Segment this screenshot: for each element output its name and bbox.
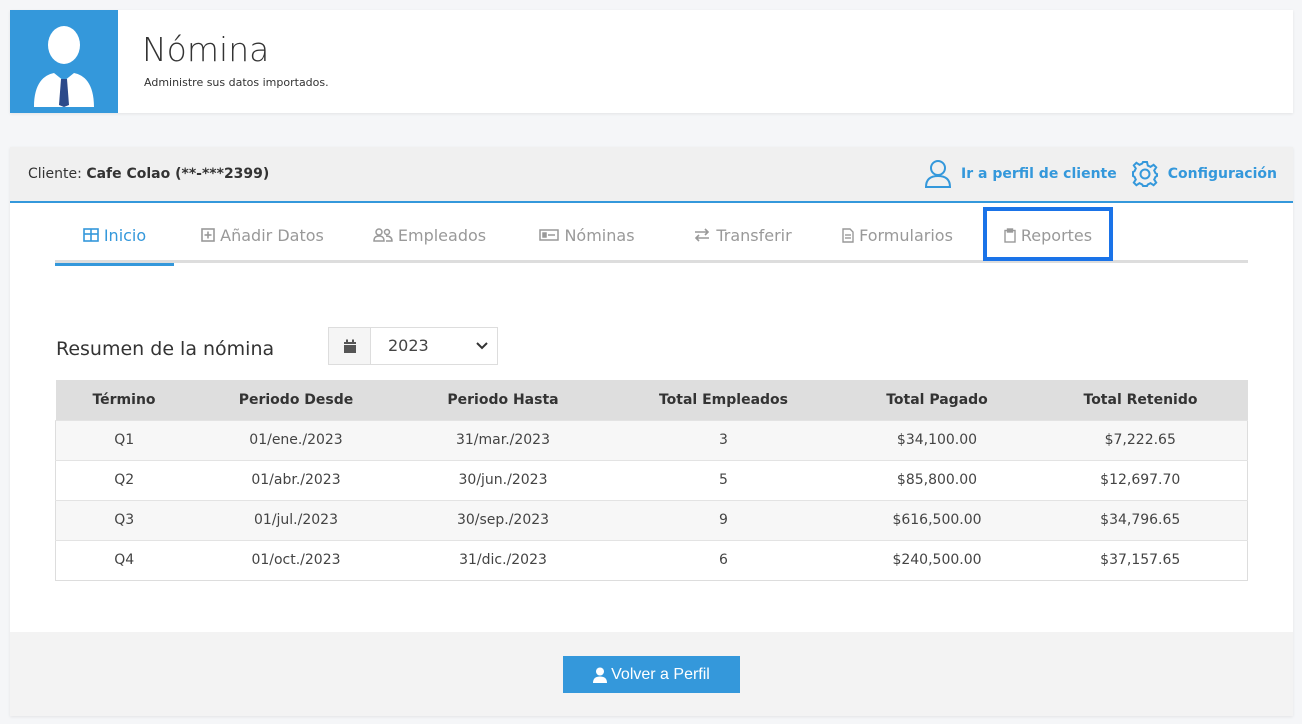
client-info: Cliente: Cafe Colao (**-***2399)	[28, 166, 269, 182]
tab-nominas[interactable]: Nóminas	[527, 207, 647, 263]
table-cell: 30/sep./2023	[399, 499, 607, 540]
table-cell: Q2	[55, 459, 193, 500]
back-to-profile-button[interactable]: Volver a Perfil	[563, 656, 740, 693]
client-name: Cafe Colao (**-***2399)	[86, 166, 270, 182]
table-cell: Q3	[55, 499, 193, 540]
chevron-down-icon	[467, 328, 497, 364]
table-cell: 01/ene./2023	[192, 419, 400, 460]
column-header: Periodo Desde	[192, 380, 400, 420]
table-cell: 6	[606, 539, 841, 580]
user-icon	[593, 667, 608, 683]
tab-label: Formularios	[859, 225, 953, 245]
year-value: 2023	[388, 336, 429, 355]
table-cell: $37,157.65	[1033, 539, 1248, 580]
settings-label: Configuración	[1167, 166, 1277, 182]
column-header: Total Retenido	[1033, 380, 1248, 420]
tab-label: Inicio	[103, 225, 147, 245]
gear-icon	[1131, 161, 1158, 187]
table-cell: $240,500.00	[840, 539, 1034, 580]
column-header: Periodo Hasta	[399, 380, 607, 420]
column-header: Término	[55, 380, 193, 420]
table-cell: 30/jun./2023	[399, 459, 607, 500]
avatar	[10, 10, 118, 113]
table-cell: 31/dic./2023	[399, 539, 607, 580]
users-icon	[373, 228, 393, 242]
table-cell: 01/abr./2023	[192, 459, 400, 500]
table-row: Q2 01/abr./2023 30/jun./2023 5 $85,800.0…	[55, 459, 1248, 500]
table-cell: Q1	[55, 419, 193, 460]
tab-label: Añadir Datos	[220, 225, 324, 245]
page-subtitle: Administre sus datos importados.	[144, 76, 329, 89]
tab-anadir-datos[interactable]: Añadir Datos	[190, 207, 335, 263]
page-title: Nómina	[142, 30, 270, 69]
column-header: Total Empleados	[606, 380, 841, 420]
plus-square-icon	[201, 228, 215, 242]
table-cell: 01/oct./2023	[192, 539, 400, 580]
footer-bar: Volver a Perfil	[10, 632, 1293, 716]
client-profile-link[interactable]: Ir a perfil de cliente	[924, 159, 1117, 189]
user-outline-icon	[925, 160, 952, 188]
table-cell: 31/mar./2023	[399, 419, 607, 460]
year-select[interactable]: 2023	[328, 327, 498, 365]
table-cell: $12,697.70	[1033, 459, 1248, 500]
table-header-row: Término Periodo Desde Periodo Hasta Tota…	[55, 380, 1248, 420]
table-cell: $7,222.65	[1033, 419, 1248, 460]
tab-formularios[interactable]: Formularios	[835, 207, 960, 263]
client-profile-label: Ir a perfil de cliente	[961, 166, 1117, 182]
back-button-label: Volver a Perfil	[611, 665, 710, 683]
tab-highlight-box	[983, 207, 1113, 261]
client-bar: Cliente: Cafe Colao (**-***2399) Ir a pe…	[10, 147, 1293, 203]
tab-label: Empleados	[397, 225, 487, 245]
table-cell: 3	[606, 419, 841, 460]
summary-title: Resumen de la nómina	[56, 338, 275, 360]
page-header: Nómina Administre sus datos importados.	[10, 10, 1293, 113]
client-label: Cliente:	[28, 166, 87, 182]
money-icon	[539, 229, 560, 241]
calendar-icon	[329, 328, 371, 364]
exchange-icon	[693, 228, 711, 242]
table-icon	[83, 228, 99, 242]
tab-label: Nóminas	[564, 225, 635, 245]
table-cell: $34,796.65	[1033, 499, 1248, 540]
tab-inicio[interactable]: Inicio	[55, 207, 174, 266]
settings-link[interactable]: Configuración	[1131, 160, 1277, 188]
tab-empleados[interactable]: Empleados	[366, 207, 493, 263]
table-row: Q1 01/ene./2023 31/mar./2023 3 $34,100.0…	[55, 419, 1248, 460]
main-panel: Cliente: Cafe Colao (**-***2399) Ir a pe…	[10, 147, 1293, 716]
user-avatar-icon	[34, 26, 94, 107]
table-row: Q4 01/oct./2023 31/dic./2023 6 $240,500.…	[55, 539, 1248, 580]
table-cell: $34,100.00	[840, 419, 1034, 460]
tab-label: Transferir	[716, 225, 792, 245]
summary-table: Término Periodo Desde Periodo Hasta Tota…	[55, 380, 1248, 581]
table-cell: 5	[606, 459, 841, 500]
tab-transferir[interactable]: Transferir	[675, 207, 810, 263]
column-header: Total Pagado	[840, 380, 1034, 420]
table-cell: $616,500.00	[840, 499, 1034, 540]
file-icon	[842, 227, 854, 243]
table-cell: $85,800.00	[840, 459, 1034, 500]
client-actions: Ir a perfil de cliente Configuración	[910, 159, 1277, 189]
table-cell: 01/jul./2023	[192, 499, 400, 540]
table-row: Q3 01/jul./2023 30/sep./2023 9 $616,500.…	[55, 499, 1248, 540]
table-cell: Q4	[55, 539, 193, 580]
table-cell: 9	[606, 499, 841, 540]
